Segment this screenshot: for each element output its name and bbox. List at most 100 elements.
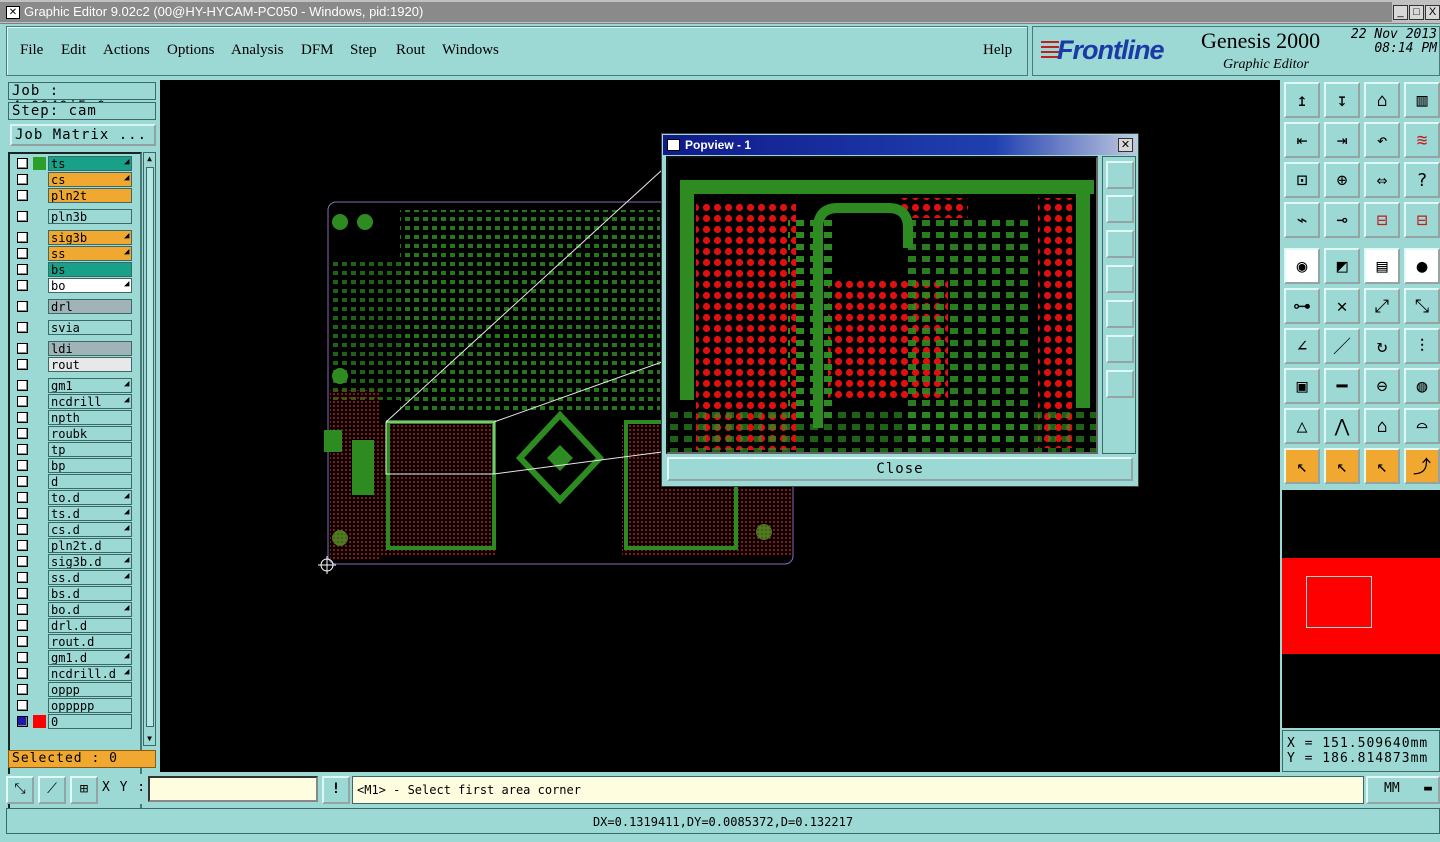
parallel-icon[interactable]: ⫶	[1404, 328, 1440, 364]
layer-list-scrollbar[interactable]: ▲ ▼	[143, 152, 156, 746]
layer-row[interactable]: ncdrill ◢	[12, 394, 140, 409]
ratio-icon[interactable]: ⇔	[1364, 162, 1400, 198]
layer-checkbox[interactable]	[17, 280, 28, 291]
popview-close-button[interactable]: Close	[667, 457, 1133, 481]
layer-row[interactable]: d	[12, 474, 140, 489]
triangle-4-icon[interactable]: ⌓	[1404, 408, 1440, 444]
layer-row[interactable]: gm1 ◢	[12, 378, 140, 393]
popview-pan-right-button[interactable]	[1106, 300, 1134, 328]
layer-checkbox[interactable]	[17, 700, 28, 711]
angle-icon[interactable]: ∠	[1284, 328, 1320, 364]
layer-row[interactable]: gm1.d ◢	[12, 650, 140, 665]
layer-name[interactable]: rout	[48, 357, 132, 372]
layer-name[interactable]: bo.d	[48, 602, 132, 617]
pad-add-icon[interactable]: ◉	[1284, 248, 1320, 284]
popview-home-button[interactable]	[1106, 161, 1134, 189]
layer-checkbox[interactable]	[17, 232, 28, 243]
menu-actions[interactable]: Actions	[103, 42, 150, 59]
layer-checkbox[interactable]	[17, 322, 28, 333]
nav-up-icon[interactable]: ↥	[1284, 82, 1320, 118]
measure-icon[interactable]: ⟋	[38, 776, 66, 804]
layer-checkbox[interactable]	[17, 668, 28, 679]
line-add-icon[interactable]: ⊶	[1284, 288, 1320, 324]
delete-icon[interactable]: ✕	[1324, 288, 1360, 324]
layer-row[interactable]: ss.d ◢	[12, 570, 140, 585]
layer-row[interactable]: bo ◢	[12, 278, 140, 293]
menu-step[interactable]: Step	[350, 42, 377, 59]
layer-name[interactable]: drl	[48, 299, 132, 314]
layer-name[interactable]: bo	[48, 278, 132, 293]
select-arrow-2-icon[interactable]: ↖	[1324, 448, 1360, 484]
layer-name[interactable]: npth	[48, 410, 132, 425]
circle-icon[interactable]: ●	[1404, 248, 1440, 284]
layer-checkbox[interactable]	[17, 412, 28, 423]
layer-checkbox[interactable]	[17, 492, 28, 503]
layers-red-2-icon[interactable]: ⊟	[1404, 202, 1440, 238]
popview-zoom-out-button[interactable]	[1106, 370, 1134, 398]
layer-name[interactable]: 0	[48, 714, 132, 729]
layer-checkbox[interactable]	[17, 604, 28, 615]
layer-name[interactable]: pln3b	[48, 209, 132, 224]
layer-checkbox[interactable]	[17, 684, 28, 695]
layer-checkbox[interactable]	[17, 444, 28, 455]
layer-name[interactable]: pln2t.d	[48, 538, 132, 553]
layer-row[interactable]: pln3b	[12, 209, 140, 224]
layer-row[interactable]: pln2t.d	[12, 538, 140, 553]
arc-icon[interactable]: ⤢	[1364, 288, 1400, 324]
layer-checkbox[interactable]	[17, 359, 28, 370]
layers-red-icon[interactable]: ⊟	[1364, 202, 1400, 238]
line-icon[interactable]: ━	[1324, 368, 1360, 404]
layer-row[interactable]: to.d ◢	[12, 490, 140, 505]
layer-row[interactable]: oppp	[12, 682, 140, 697]
menu-rout[interactable]: Rout	[396, 42, 425, 59]
layer-name[interactable]: gm1.d	[48, 650, 132, 665]
popview-image[interactable]	[666, 156, 1098, 454]
layer-row[interactable]: tp	[12, 442, 140, 457]
layer-name[interactable]: ss	[48, 246, 132, 261]
popview-titlebar[interactable]: Popview - 1 ✕	[663, 135, 1137, 155]
layer-checkbox[interactable]	[17, 540, 28, 551]
measure-tool-icon[interactable]: ⌁	[1284, 202, 1320, 238]
layer-row[interactable]: cs.d ◢	[12, 522, 140, 537]
job-matrix-button[interactable]: Job Matrix ...	[10, 124, 156, 146]
arc-2-icon[interactable]: ⤡	[1404, 288, 1440, 324]
menu-edit[interactable]: Edit	[61, 42, 86, 59]
layer-row[interactable]: ss ◢	[12, 246, 140, 261]
layer-checkbox[interactable]	[17, 572, 28, 583]
layer-name[interactable]: roubk	[48, 426, 132, 441]
layer-checkbox[interactable]	[17, 264, 28, 275]
layer-name[interactable]: bs	[48, 262, 132, 277]
layer-checkbox[interactable]	[17, 248, 28, 259]
layer-row[interactable]: ncdrill.d ◢	[12, 666, 140, 681]
layer-row[interactable]: bs	[12, 262, 140, 277]
scrollbar-thumb[interactable]	[146, 167, 154, 727]
redraw-icon[interactable]: ≋	[1404, 122, 1440, 158]
layer-name[interactable]: ss.d	[48, 570, 132, 585]
layer-name[interactable]: sig3b	[48, 230, 132, 245]
layer-checkbox[interactable]	[17, 343, 28, 354]
layer-checkbox[interactable]	[17, 380, 28, 391]
close-window-button[interactable]: X	[1425, 5, 1440, 20]
layer-name[interactable]: pln2t	[48, 188, 132, 203]
layer-row[interactable]: bo.d ◢	[12, 602, 140, 617]
scroll-down-icon[interactable]: ▼	[145, 734, 154, 744]
exclamation-icon[interactable]: !	[322, 776, 350, 804]
layer-checkbox[interactable]	[17, 211, 28, 222]
layer-checkbox[interactable]	[17, 301, 28, 312]
layer-name[interactable]: ts.d	[48, 506, 132, 521]
popview-close-icon[interactable]: ✕	[1118, 138, 1133, 152]
menu-dfm[interactable]: DFM	[301, 42, 334, 59]
rotate-icon[interactable]: ↻	[1364, 328, 1400, 364]
slash-icon[interactable]: ／	[1324, 328, 1360, 364]
layer-name[interactable]: d	[48, 474, 132, 489]
layer-row[interactable]: sig3b.d ◢	[12, 554, 140, 569]
maximize-button[interactable]: □	[1409, 5, 1424, 20]
layer-name[interactable]: to.d	[48, 490, 132, 505]
layer-checkbox[interactable]	[17, 620, 28, 631]
layer-checkbox[interactable]	[17, 476, 28, 487]
dim-icon[interactable]: ⊖	[1364, 368, 1400, 404]
layer-row[interactable]: pln2t	[12, 188, 140, 203]
layer-checkbox[interactable]	[17, 190, 28, 201]
nav-right-icon[interactable]: ⇥	[1324, 122, 1360, 158]
overview-viewport[interactable]	[1306, 576, 1372, 628]
